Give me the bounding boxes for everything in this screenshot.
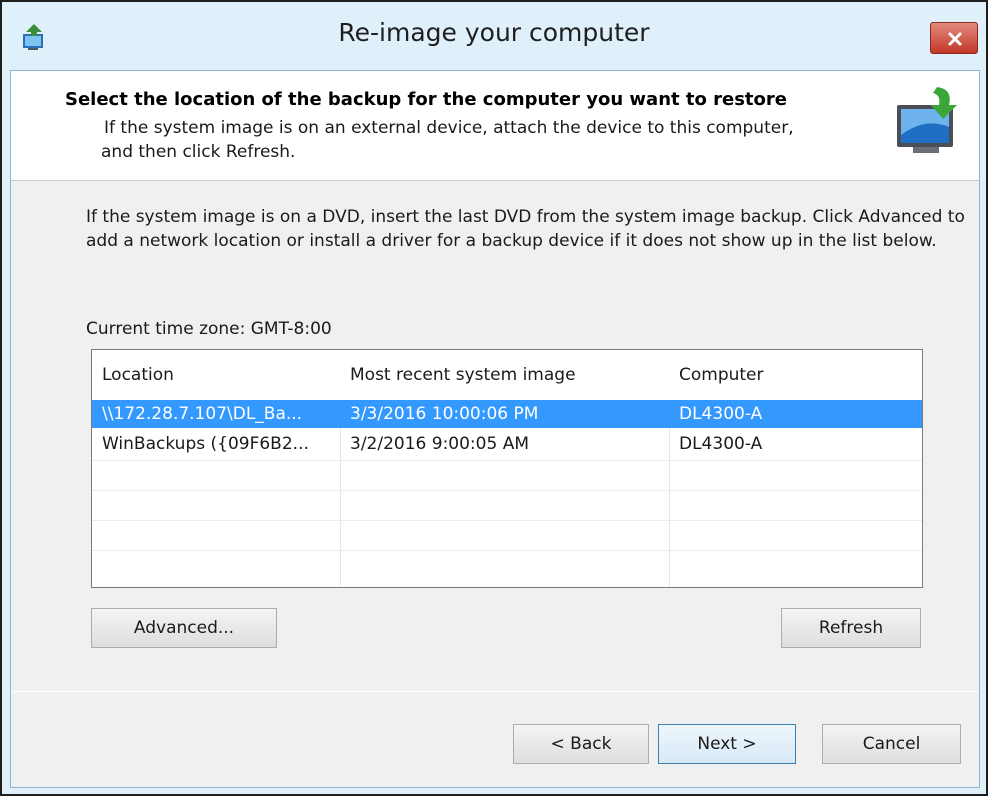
cancel-button[interactable]: Cancel	[822, 724, 961, 764]
page-description: If the system image is on an external de…	[101, 116, 884, 164]
timezone-label: Current time zone: GMT-8:00	[86, 319, 332, 339]
next-button[interactable]: Next >	[658, 724, 796, 764]
instructions-text: If the system image is on a DVD, insert …	[86, 207, 965, 251]
cell-location: WinBackups ({09F6B2...	[102, 434, 309, 454]
column-header-computer[interactable]: Computer	[669, 350, 922, 400]
column-header-location[interactable]: Location	[92, 350, 340, 400]
dialog-client-area: Select the location of the backup for th…	[10, 70, 980, 788]
table-row[interactable]: WinBackups ({09F6B2... 3/2/2016 9:00:05 …	[92, 430, 922, 458]
refresh-button[interactable]: Refresh	[781, 608, 921, 648]
description-line-2: and then click Refresh.	[101, 142, 296, 162]
description-line-1: If the system image is on an external de…	[104, 118, 794, 138]
cell-computer: DL4300-A	[679, 434, 763, 454]
header-band: Select the location of the backup for th…	[11, 71, 979, 181]
table-row-selected[interactable]: \\172.28.7.107\DL_Ba... 3/3/2016 10:00:0…	[92, 400, 922, 428]
cell-system-image: 3/2/2016 9:00:05 AM	[350, 434, 529, 454]
close-button[interactable]	[930, 22, 978, 54]
window-title: Re-image your computer	[338, 18, 650, 47]
advanced-button[interactable]: Advanced...	[91, 608, 277, 648]
column-header-system-image[interactable]: Most recent system image	[340, 350, 669, 400]
backup-restore-icon	[897, 87, 957, 153]
page-title: Select the location of the backup for th…	[65, 89, 787, 110]
cell-computer: DL4300-A	[679, 404, 763, 424]
reimage-dialog: Re-image your computer Select the locati…	[0, 0, 988, 796]
row-divider	[92, 490, 922, 491]
cell-system-image: 3/3/2016 10:00:06 PM	[350, 404, 539, 424]
close-icon	[948, 32, 962, 46]
list-header: Location Most recent system image Comput…	[92, 350, 922, 400]
row-divider	[92, 550, 922, 551]
title-bar[interactable]: Re-image your computer	[4, 4, 984, 70]
cell-location: \\172.28.7.107\DL_Ba...	[102, 404, 303, 424]
backup-location-list[interactable]: Location Most recent system image Comput…	[91, 349, 923, 588]
back-button[interactable]: < Back	[513, 724, 649, 764]
divider	[11, 691, 979, 692]
row-divider	[92, 520, 922, 521]
row-divider	[92, 460, 922, 461]
